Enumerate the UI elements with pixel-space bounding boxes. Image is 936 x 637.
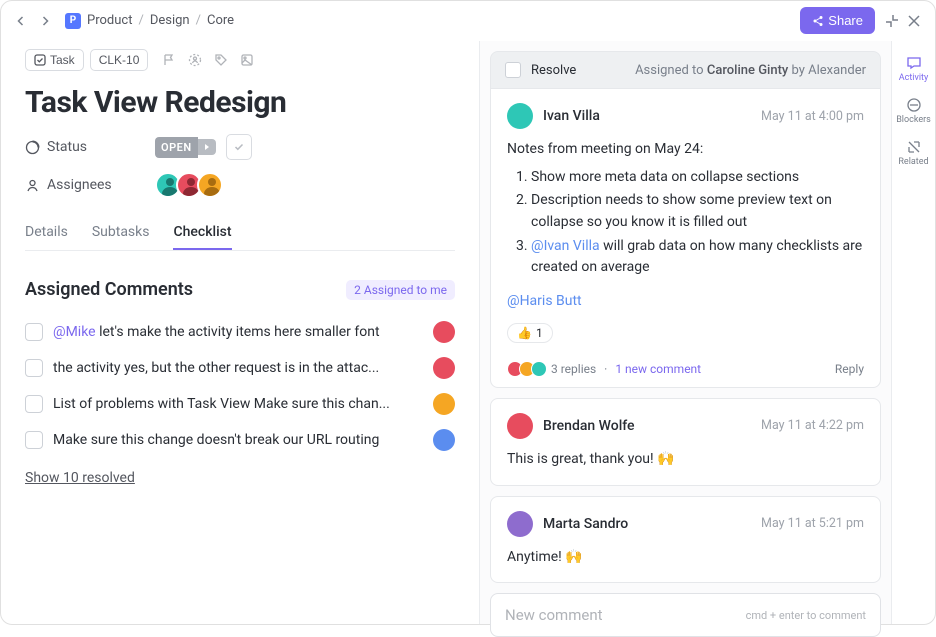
assigned-comments-title: Assigned Comments [25,279,193,300]
list-item: @Ivan Villa will grab data on how many c… [531,236,864,279]
comment-text[interactable]: @Mike let's make the activity items here… [53,324,423,340]
comment-checkbox[interactable] [25,395,43,413]
tab-checklist[interactable]: Checklist [173,216,231,250]
minimize-icon[interactable] [885,14,899,28]
reaction-emoji: 👍 [517,326,532,340]
forward-icon[interactable] [39,15,51,27]
comment-checkbox[interactable] [25,323,43,341]
avatar[interactable] [507,103,533,129]
sidebar-label: Activity [899,73,928,83]
comment-checkbox[interactable] [25,359,43,377]
avatar[interactable] [507,511,533,537]
activity-body: This is great, thank you! 🙌 [507,449,864,471]
comment-text[interactable]: the activity yes, but the other request … [53,360,423,376]
close-icon[interactable] [907,14,921,28]
tab-subtasks[interactable]: Subtasks [92,216,150,250]
person-icon [25,178,40,193]
task-icon [34,54,46,66]
mention[interactable]: @Ivan Villa [531,238,600,254]
avatar[interactable] [507,413,533,439]
reaction-count: 1 [536,326,543,340]
share-button[interactable]: Share [800,7,875,34]
resolve-label[interactable]: Resolve [531,63,576,78]
crumb-core[interactable]: Core [207,13,234,28]
avatar[interactable] [197,172,223,198]
sidebar-item-blockers[interactable]: Blockers [892,91,935,131]
task-type-label: Task [50,53,75,67]
share-icon [812,15,824,27]
assigned-to-me-badge[interactable]: 2 Assigned to me [346,280,455,300]
list-item: Description needs to show some preview t… [531,190,864,233]
activity-body: Anytime! 🙌 [507,547,864,569]
reaction-button[interactable]: 👍 1 [507,323,553,343]
tab-details[interactable]: Details [25,216,68,250]
image-icon[interactable] [240,53,254,67]
flag-icon[interactable] [162,53,176,67]
back-icon[interactable] [15,15,27,27]
activity-author[interactable]: Brendan Wolfe [543,418,635,434]
comment-text[interactable]: Make sure this change doesn't break our … [53,432,423,448]
new-comment-count[interactable]: 1 new comment [615,362,701,376]
mention[interactable]: @Haris Butt [507,291,582,313]
comment-row[interactable]: @Mike let's make the activity items here… [25,314,455,350]
complete-checkbox[interactable] [226,134,252,160]
activity-time: May 11 at 4:00 pm [761,109,864,124]
assignees-label: Assignees [47,177,112,193]
activity-intro: Notes from meeting on May 24: [507,139,864,161]
activity-time: May 11 at 5:21 pm [761,516,864,531]
task-title[interactable]: Task View Redesign [25,85,455,120]
task-type-button[interactable]: Task [25,49,84,71]
tag-icon[interactable] [214,53,228,67]
status-value: OPEN [155,137,198,158]
activity-time: May 11 at 4:22 pm [761,418,864,433]
activity-author[interactable]: Ivan Villa [543,108,600,124]
chat-icon [906,55,922,71]
status-icon [25,140,40,155]
reply-button[interactable]: Reply [835,362,864,376]
replies-count[interactable]: 3 replies [551,362,596,376]
composer-hint: cmd + enter to comment [746,609,866,622]
comment-row[interactable]: List of problems with Task View Make sur… [25,386,455,422]
comment-text[interactable]: List of problems with Task View Make sur… [53,396,423,412]
status-value-chip[interactable]: OPEN [155,137,216,158]
sidebar-label: Related [898,157,928,167]
activity-author[interactable]: Marta Sandro [543,516,628,532]
crumb-design[interactable]: Design [150,13,190,28]
comment-checkbox[interactable] [25,431,43,449]
list-item: Show more meta data on collapse sections [531,167,864,189]
sep: / [138,13,143,28]
composer-placeholder: New comment [505,606,603,624]
reply-avatars[interactable] [507,361,543,377]
share-label: Share [828,13,863,28]
avatar[interactable] [433,393,455,415]
assigned-to-text: Assigned to Caroline Ginty by Alexander [635,63,866,78]
sep: / [196,13,201,28]
avatar[interactable] [433,429,455,451]
related-icon [906,139,922,155]
sidebar-label: Blockers [896,115,931,125]
blockers-icon [906,97,922,113]
project-icon: P [65,13,81,29]
new-comment-input[interactable]: New comment cmd + enter to comment [490,593,881,637]
task-id-button[interactable]: CLK-10 [90,49,149,71]
status-next-icon[interactable] [198,139,216,155]
mention[interactable]: @Mike [53,324,99,340]
breadcrumb[interactable]: P Product / Design / Core [65,13,234,29]
avatar[interactable] [433,357,455,379]
comment-row[interactable]: the activity yes, but the other request … [25,350,455,386]
resolve-checkbox[interactable] [505,62,521,78]
status-label: Status [47,139,87,155]
assignees-avatars[interactable] [155,172,218,198]
sidebar-item-related[interactable]: Related [892,133,935,173]
comment-row[interactable]: Make sure this change doesn't break our … [25,422,455,458]
avatar[interactable] [433,321,455,343]
task-id-label: CLK-10 [99,53,140,67]
sidebar-item-activity[interactable]: Activity [892,49,935,89]
assignee-icon[interactable] [188,53,202,67]
show-resolved-link[interactable]: Show 10 resolved [25,470,455,486]
crumb-product[interactable]: Product [87,13,132,28]
